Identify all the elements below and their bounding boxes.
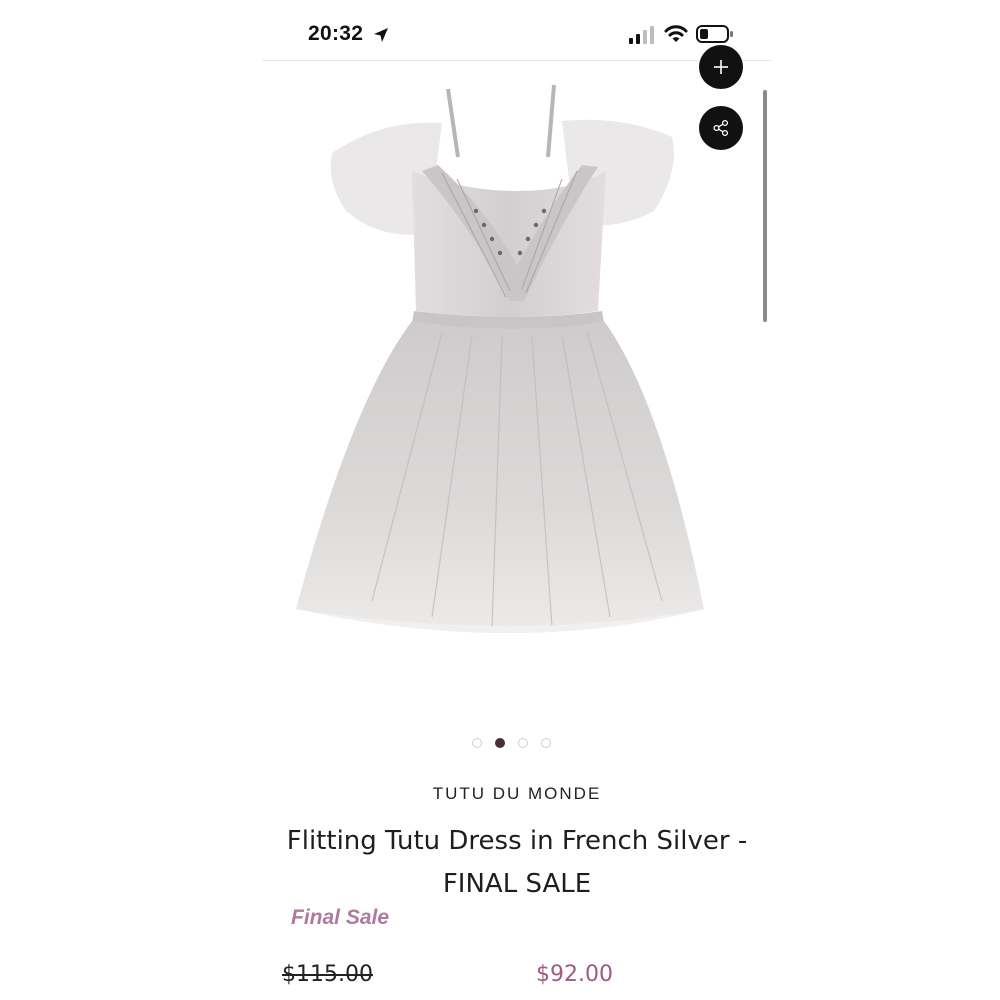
product-title: Flitting Tutu Dress in French Silver - F… [286,826,748,899]
carousel-dot-active[interactable] [495,738,505,748]
scroll-indicator[interactable] [763,90,767,322]
wifi-icon [664,25,688,42]
status-time: 20:32 [308,22,364,45]
carousel-dots [472,737,564,749]
brand-name[interactable]: TUTU DU MONDE [262,784,772,804]
carousel-dot[interactable] [541,738,551,748]
share-icon [713,119,729,137]
location-arrow-icon [374,28,388,42]
product-page: 20:32 TUTU DU MONDE Flitting Tutu Dress … [0,0,1000,1000]
product-image[interactable] [262,61,772,701]
final-sale-tag: Final Sale [291,906,390,929]
carousel-dot[interactable] [472,738,482,748]
sale-price: $92.00 [536,962,613,987]
original-price: $115.00 [282,962,373,987]
status-bar: 20:32 [262,0,772,61]
cellular-signal-icon [629,26,654,44]
share-button[interactable] [699,106,743,150]
carousel-dot[interactable] [518,738,528,748]
battery-icon [696,25,733,43]
add-button[interactable] [699,45,743,89]
plus-icon [714,60,728,74]
